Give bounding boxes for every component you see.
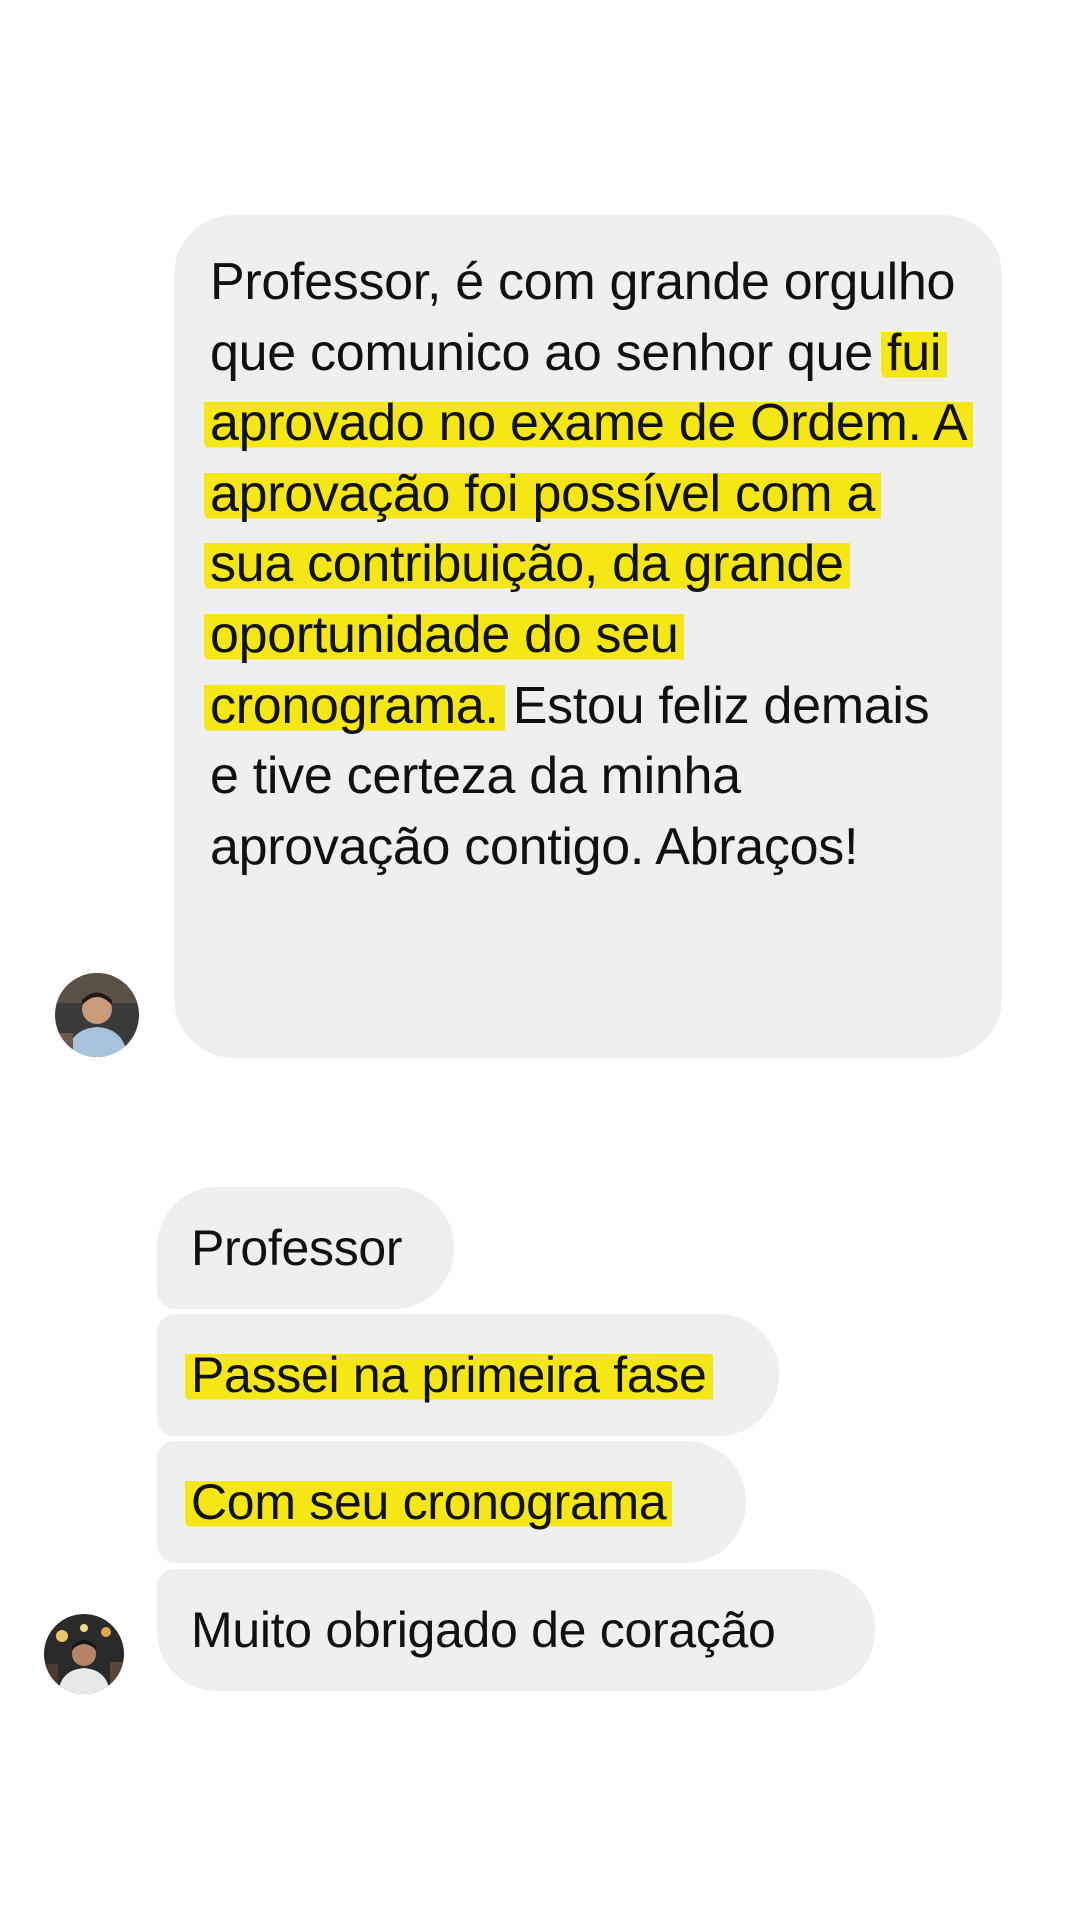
message-segment-highlighted: fui aprovado no exame de Ordem. A aprova… — [204, 323, 974, 735]
message-bubble[interactable]: Professor — [157, 1187, 454, 1309]
message-text-highlighted: Com seu cronograma — [185, 1473, 673, 1531]
message-bubble[interactable]: Muito obrigado de coração — [157, 1569, 875, 1691]
user-avatar-icon[interactable] — [55, 973, 139, 1057]
message-segment-plain: Professor, é com grande orgulho que comu… — [210, 253, 956, 382]
message-bubble-long[interactable]: Professor, é com grande orgulho que comu… — [174, 215, 1002, 1058]
user-avatar-icon[interactable] — [44, 1614, 124, 1694]
message-text: Professor, é com grande orgulho que comu… — [204, 247, 974, 882]
message-bubble[interactable]: Passei na primeira fase — [157, 1314, 779, 1436]
message-bubble[interactable]: Com seu cronograma — [157, 1441, 746, 1563]
message-text-highlighted: Passei na primeira fase — [185, 1346, 713, 1404]
message-text: Professor — [191, 1220, 403, 1276]
message-text: Muito obrigado de coração — [191, 1602, 776, 1658]
